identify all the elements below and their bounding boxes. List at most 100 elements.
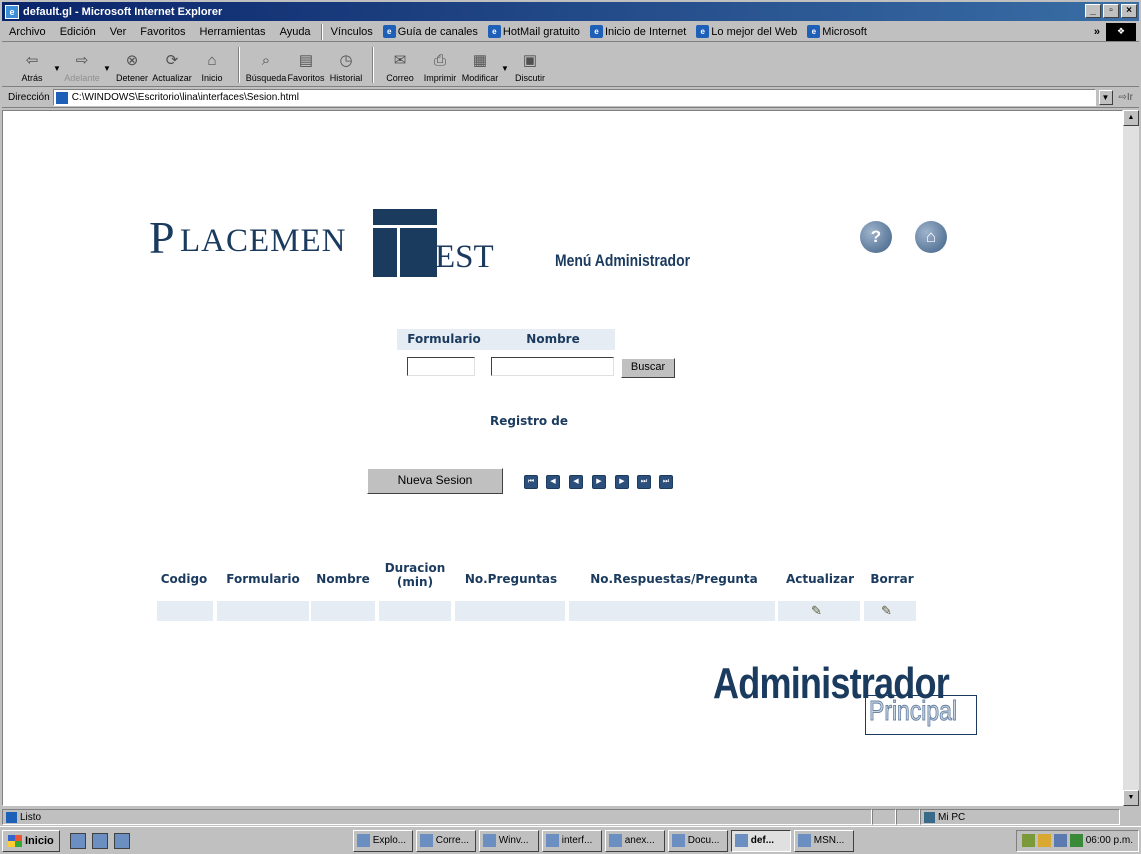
table-cell [311,601,375,621]
task-button-interfaces[interactable]: interf... [541,829,602,852]
refresh-label: Actualizar [152,73,192,83]
close-button[interactable]: × [1121,4,1137,18]
actualizar-pencil-icon[interactable]: ✎ [811,603,822,619]
link-inicio-internet[interactable]: e Inicio de Internet [585,25,691,38]
ie-icon[interactable]: e [5,4,19,19]
address-dropdown[interactable]: ▼ [1098,90,1113,105]
windows-throbber-icon: ❖ [1106,22,1136,41]
start-button[interactable]: Inicio [2,829,60,852]
address-input[interactable]: C:\WINDOWS\Escritorio\lina\interfaces\Se… [52,89,1096,106]
task-button-anexo[interactable]: anex... [604,829,665,852]
document-icon [671,834,685,847]
link-microsoft[interactable]: e Microsoft [802,25,872,38]
next-page-icon[interactable]: ▶ [592,475,606,489]
help-icon[interactable]: ? [860,221,892,253]
mail-button[interactable]: ✉ Correo [380,44,420,86]
task-label: MSN... [813,835,845,846]
discuss-button[interactable]: ▣ Discutir [510,44,550,86]
menu-edicion[interactable]: Edición [53,26,103,38]
nombre-input[interactable] [491,357,614,376]
msn-icon [797,834,811,847]
task-button-explorer[interactable]: Explo... [352,829,413,852]
table-cell [379,601,451,621]
favorites-folder-icon: ▤ [298,52,314,69]
task-button-documento[interactable]: Docu... [667,829,728,852]
menu-favoritos[interactable]: Favoritos [133,26,192,38]
logo-est: EST [435,239,494,275]
favorites-button[interactable]: ▤ Favoritos [286,44,326,86]
edit-dropdown[interactable]: ▼ [500,44,510,86]
ie-page-icon: e [487,25,501,38]
task-button-default[interactable]: def... [730,829,791,852]
tray-network-icon[interactable] [1053,834,1067,847]
home-button[interactable]: ⌂ Inicio [192,44,232,86]
maximize-button[interactable]: ▫ [1103,4,1119,18]
minimize-button[interactable]: _ [1085,4,1101,18]
tray-volume-icon[interactable] [1069,834,1083,847]
menu-bar: Archivo Edición Ver Favoritos Herramient… [2,22,1139,42]
stop-button[interactable]: ⊗ Detener [112,44,152,86]
quicklaunch-channels-icon[interactable] [113,832,130,849]
previous-page-icon[interactable]: ◀ [569,475,583,489]
col-actualizar: Actualizar [785,572,854,586]
task-label: anex... [624,835,655,846]
menu-herramientas[interactable]: Herramientas [193,26,273,38]
forward-dropdown[interactable]: ▼ [102,44,112,86]
last-page-icon[interactable]: ⏭ [637,475,651,489]
buscar-button[interactable]: Buscar [621,358,675,378]
edit-button[interactable]: ▦ Modificar [460,44,500,86]
vertical-scrollbar[interactable]: ▲ ▼ [1123,110,1139,806]
clock[interactable]: 06:00 p.m. [1086,835,1133,846]
menu-ayuda[interactable]: Ayuda [273,26,318,38]
next-block-icon[interactable]: ▶ [615,475,629,489]
col-nombre: Nombre [316,572,370,586]
title-bar[interactable]: e default.gl - Microsoft Internet Explor… [2,2,1139,21]
scroll-down-arrow[interactable]: ▼ [1123,790,1139,806]
link-label: Guía de canales [397,25,478,38]
tray-messenger-icon[interactable] [1037,834,1051,847]
table-cell [217,601,309,621]
print-button[interactable]: ⎙ Imprimir [420,44,460,86]
task-button-correo[interactable]: Corre... [415,829,476,852]
more-links-chevron[interactable]: » [1088,26,1106,38]
toolbar-separator [372,47,374,83]
zone-cell: Mi PC [920,809,1120,825]
start-label: Inicio [25,834,54,847]
link-mejor-web[interactable]: e Lo mejor del Web [691,25,802,38]
refresh-button[interactable]: ⟳ Actualizar [152,44,192,86]
nueva-sesion-button[interactable]: Nueva Sesion [367,468,503,494]
forward-arrow-icon: ⇨ [75,52,89,69]
previous-block-icon[interactable]: ◀ [546,475,560,489]
link-hotmail[interactable]: e HotMail gratuito [483,25,585,38]
task-button-msn[interactable]: MSN... [793,829,854,852]
search-button[interactable]: ⌕ Búsqueda [246,44,287,86]
status-cell [872,809,896,825]
links-label[interactable]: Vínculos [326,26,378,38]
forward-button[interactable]: ⇨ Adelante [62,44,102,86]
task-button-winv[interactable]: Winv... [478,829,539,852]
menu-ver[interactable]: Ver [103,26,134,38]
formulario-input[interactable] [407,357,475,376]
system-tray: 06:00 p.m. [1015,829,1139,852]
quicklaunch-ie-icon[interactable] [69,832,86,849]
borrar-pencil-icon[interactable]: ✎ [881,603,892,619]
end-icon[interactable]: ⏭ [659,475,673,489]
go-button[interactable]: ⇨Ir [1113,92,1140,103]
tray-antivirus-icon[interactable] [1021,834,1035,847]
scroll-up-arrow[interactable]: ▲ [1123,110,1139,126]
stop-icon: ⊗ [125,52,139,69]
task-label: Winv... [498,835,529,846]
first-page-icon[interactable]: ⏮ [524,475,538,489]
col-no-respuestas: No.Respuestas/Pregunta [590,572,758,586]
home-icon[interactable]: ⌂ [915,221,947,253]
table-cell [569,601,775,621]
back-button[interactable]: ⇦ Atrás [12,44,52,86]
menu-archivo[interactable]: Archivo [2,26,53,38]
zone-text: Mi PC [938,811,966,823]
placementest-logo: P LACEMEN EST [149,209,509,289]
quicklaunch-desktop-icon[interactable] [91,832,108,849]
back-dropdown[interactable]: ▼ [52,44,62,86]
taskbar: Inicio Explo... Corre... Winv... interf.… [0,826,1141,854]
history-button[interactable]: ◷ Historial [326,44,366,86]
link-guia-canales[interactable]: e Guía de canales [378,25,483,38]
